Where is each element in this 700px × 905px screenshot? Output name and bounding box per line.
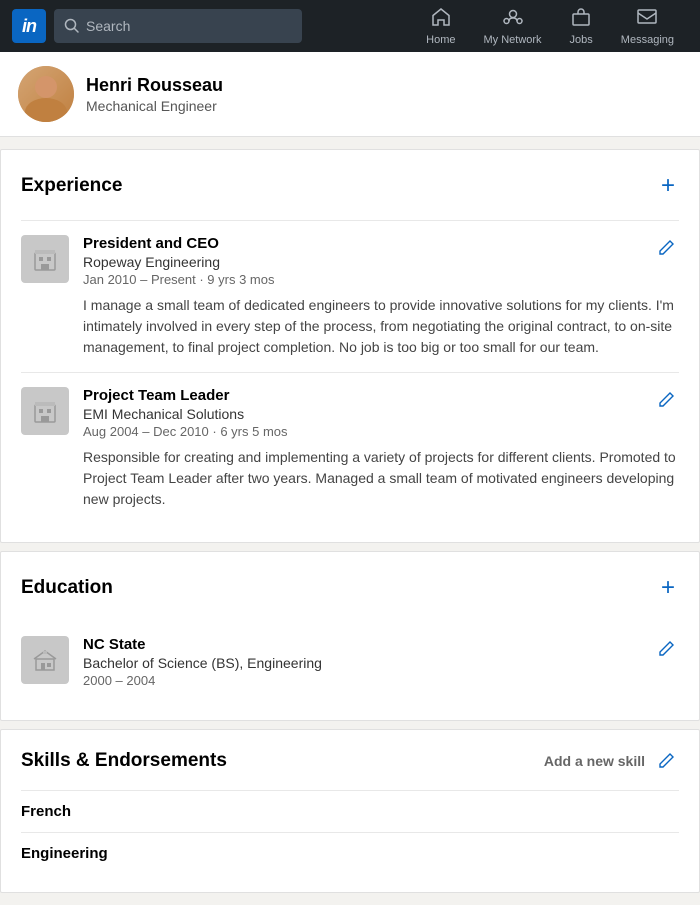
nav-item-network[interactable]: My Network (469, 0, 555, 52)
company-logo-2 (21, 387, 69, 435)
nav-network-label: My Network (483, 34, 541, 46)
add-experience-button[interactable]: + (657, 168, 679, 204)
add-experience-icon: + (661, 172, 675, 200)
building-icon-1 (31, 245, 59, 273)
exp-dates-2: Aug 2004 – Dec 2010 · 6 yrs 5 mos (83, 424, 288, 439)
exp-content-1: President and CEO Ropeway Engineering Ja… (83, 235, 679, 358)
nav-home-label: Home (426, 34, 455, 46)
school-logo-1 (21, 636, 69, 684)
edu-header-1: NC State Bachelor of Science (BS), Engin… (83, 636, 679, 688)
exp-info-1: President and CEO Ropeway Engineering Ja… (83, 235, 274, 287)
nav-item-home[interactable]: Home (412, 0, 469, 52)
linkedin-logo[interactable]: in (12, 9, 46, 43)
nav-jobs-label: Jobs (570, 34, 593, 46)
exp-desc-1: I manage a small team of dedicated engin… (83, 295, 679, 358)
company-logo-1 (21, 235, 69, 283)
edit-education-1-button[interactable] (653, 636, 679, 662)
profile-title: Mechanical Engineer (86, 98, 223, 114)
jobs-icon (570, 6, 592, 32)
experience-item-1: President and CEO Ropeway Engineering Ja… (21, 220, 679, 372)
experience-card: Experience + President and CEO (0, 149, 700, 543)
navbar: in Home My Ne (0, 0, 700, 52)
skill-item-1: French (21, 790, 679, 832)
exp-content-2: Project Team Leader EMI Mechanical Solut… (83, 387, 679, 510)
search-bar[interactable] (54, 9, 302, 43)
experience-title: Experience (21, 175, 122, 197)
profile-name: Henri Rousseau (86, 75, 223, 96)
education-header: Education + (21, 570, 679, 606)
skills-actions: Add a new skill (544, 748, 679, 774)
edu-content-1: NC State Bachelor of Science (BS), Engin… (83, 636, 679, 688)
exp-company-1: Ropeway Engineering (83, 254, 274, 270)
pencil-icon-1 (657, 239, 675, 257)
skill-name-1: French (21, 803, 679, 820)
school-icon (31, 646, 59, 674)
search-input[interactable] (86, 18, 292, 34)
exp-info-2: Project Team Leader EMI Mechanical Solut… (83, 387, 288, 439)
exp-title-2: Project Team Leader (83, 387, 288, 404)
edu-degree-1: Bachelor of Science (BS), Engineering (83, 655, 322, 671)
exp-company-2: EMI Mechanical Solutions (83, 406, 288, 422)
edu-dates-1: 2000 – 2004 (83, 673, 322, 688)
nav-messaging-label: Messaging (621, 34, 674, 46)
edit-skills-button[interactable] (653, 748, 679, 774)
skill-item-2: Engineering (21, 832, 679, 874)
add-education-icon: + (661, 574, 675, 602)
avatar (18, 66, 74, 122)
edu-info-1: NC State Bachelor of Science (BS), Engin… (83, 636, 322, 688)
home-icon (430, 6, 452, 32)
avatar-image (18, 66, 74, 122)
pencil-icon-2 (657, 391, 675, 409)
add-education-button[interactable]: + (657, 570, 679, 606)
main-content: Experience + President and CEO (0, 137, 700, 905)
profile-header: Henri Rousseau Mechanical Engineer (0, 52, 700, 137)
messaging-icon (636, 6, 658, 32)
exp-header-1: President and CEO Ropeway Engineering Ja… (83, 235, 679, 287)
exp-header-2: Project Team Leader EMI Mechanical Solut… (83, 387, 679, 439)
edu-school-1: NC State (83, 636, 322, 653)
add-skill-button[interactable]: Add a new skill (544, 753, 645, 769)
skills-title: Skills & Endorsements (21, 750, 227, 772)
building-icon-2 (31, 397, 59, 425)
pencil-icon-skills (657, 752, 675, 770)
exp-title-1: President and CEO (83, 235, 274, 252)
search-icon (64, 18, 80, 34)
exp-desc-2: Responsible for creating and implementin… (83, 447, 679, 510)
nav-item-messaging[interactable]: Messaging (607, 0, 688, 52)
education-card: Education + NC State Bachelor (0, 551, 700, 721)
edit-experience-2-button[interactable] (653, 387, 679, 413)
exp-dates-1: Jan 2010 – Present · 9 yrs 3 mos (83, 272, 274, 287)
skill-name-2: Engineering (21, 845, 679, 862)
avatar-body-shape (25, 98, 67, 122)
skills-header: Skills & Endorsements Add a new skill (21, 748, 679, 774)
network-icon (502, 6, 524, 32)
experience-item-2: Project Team Leader EMI Mechanical Solut… (21, 372, 679, 524)
education-title: Education (21, 577, 113, 599)
edit-experience-1-button[interactable] (653, 235, 679, 261)
education-item-1: NC State Bachelor of Science (BS), Engin… (21, 622, 679, 702)
profile-info: Henri Rousseau Mechanical Engineer (86, 75, 223, 114)
nav-item-jobs[interactable]: Jobs (556, 0, 607, 52)
nav-items: Home My Network Jobs (412, 0, 688, 52)
pencil-icon-edu (657, 640, 675, 658)
experience-header: Experience + (21, 168, 679, 204)
avatar-head-shape (35, 76, 57, 98)
skills-card: Skills & Endorsements Add a new skill Fr… (0, 729, 700, 893)
linkedin-logo-text: in (22, 16, 36, 37)
